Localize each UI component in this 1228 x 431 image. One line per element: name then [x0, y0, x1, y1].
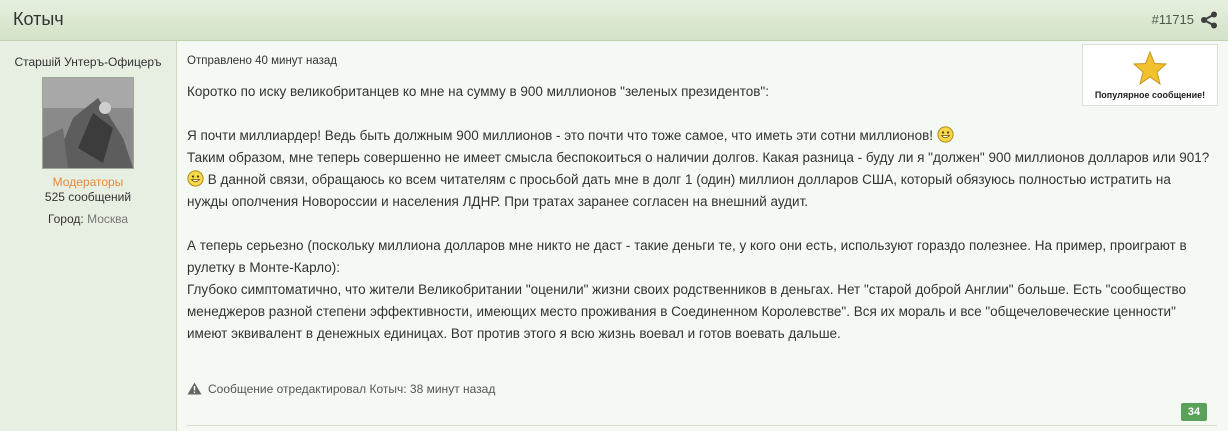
- edit-note: Сообщение отредактировал Котыч: 38 минут…: [187, 382, 495, 396]
- paragraph-1: Коротко по иску великобританцев ко мне н…: [187, 84, 769, 99]
- edit-note-text: Сообщение отредактировал Котыч: 38 минут…: [208, 382, 496, 396]
- post-number-link[interactable]: #11715: [1152, 12, 1194, 27]
- paragraph-4: Глубоко симптоматично, что жители Велико…: [187, 282, 1186, 341]
- author-name[interactable]: Котыч: [13, 9, 64, 30]
- paragraph-2a-text: Я почти миллиардер! Ведь быть должным 90…: [187, 128, 937, 143]
- message-count: 525 сообщений: [44, 190, 132, 204]
- paragraph-3: А теперь серьезно (поскольку миллиона до…: [187, 238, 1187, 275]
- warning-icon: [187, 382, 202, 395]
- smiley-icon: [937, 126, 954, 143]
- divider: [187, 425, 1217, 426]
- share-icon[interactable]: [1200, 11, 1218, 29]
- author-city: Город: Москва: [0, 212, 176, 226]
- author-rank: Старшій Унтеръ-Офицеръ: [14, 55, 162, 69]
- avatar[interactable]: [42, 77, 134, 169]
- paragraph-2a: Я почти миллиардер! Ведь быть должным 90…: [187, 125, 1215, 147]
- post-body: Коротко по иску великобританцев ко мне н…: [187, 81, 1215, 345]
- city-value: Москва: [87, 212, 129, 226]
- post-content: Отправлено 40 минут назад Популярное соо…: [177, 41, 1228, 431]
- like-count-badge[interactable]: 34: [1181, 403, 1207, 421]
- user-group-link[interactable]: Модераторы: [0, 175, 176, 189]
- smiley-icon: [187, 170, 204, 187]
- city-label: Город:: [47, 212, 84, 226]
- paragraph-2b-text-2: В данной связи, обращаюсь ко всем читате…: [187, 172, 1171, 209]
- paragraph-2b: Таким образом, мне теперь совершенно не …: [187, 147, 1215, 213]
- posted-time: Отправлено 40 минут назад: [187, 55, 337, 67]
- forum-post: Котыч #11715 Старшій Унтеръ-Офицеръ Моде…: [0, 0, 1228, 431]
- post-header: Котыч #11715: [0, 0, 1228, 41]
- star-icon: [1132, 50, 1168, 86]
- paragraph-2b-text-1: Таким образом, мне теперь совершенно не …: [187, 150, 1210, 165]
- author-sidebar: Старшій Унтеръ-Офицеръ Модераторы 525 со…: [0, 41, 177, 431]
